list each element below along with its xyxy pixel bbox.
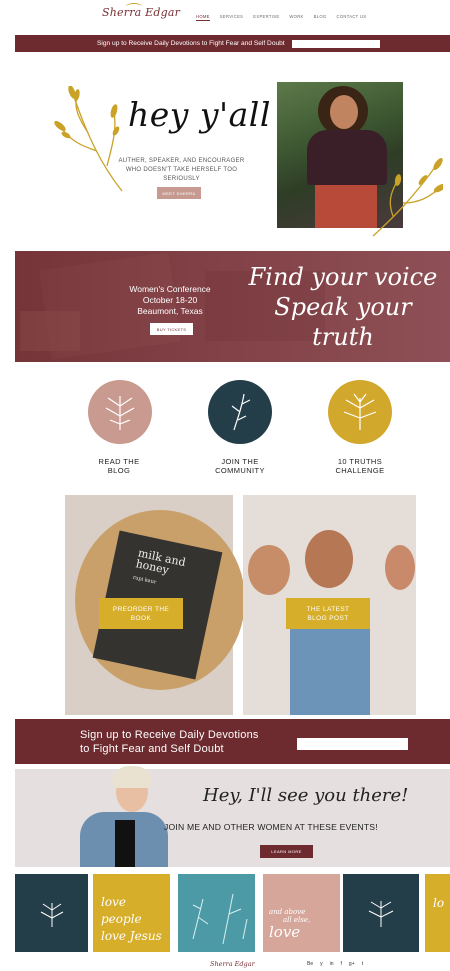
nav-home[interactable]: HOME — [196, 14, 210, 21]
script-find-voice: Find your voice — [248, 263, 438, 291]
nav-contact[interactable]: CONTACT US — [337, 14, 367, 21]
logo-flourish — [126, 3, 142, 10]
signup-bottom-line2: to Fight Fear and Self Doubt — [80, 742, 224, 755]
latest-blog-line2: BLOG POST — [307, 614, 349, 622]
preorder-line2: BOOK — [130, 614, 152, 622]
conference-script: Find your voice Speak your truth — [248, 262, 438, 352]
nav-work[interactable]: WORK — [289, 14, 303, 21]
buy-tickets-button[interactable]: BUY TICKETS — [150, 323, 193, 335]
join-community-line2: COMMUNITY — [215, 466, 265, 475]
events-person-shirt — [115, 820, 135, 867]
linkedin-icon[interactable]: in — [330, 961, 334, 967]
friend-face-center — [305, 530, 353, 588]
read-blog-label[interactable]: READ THE BLOG — [74, 457, 164, 475]
truths-challenge-circle[interactable] — [328, 380, 392, 444]
leaf-branch-icon — [105, 396, 135, 430]
signup-bottom-text: Sign up to Receive Daily Devotions to Fi… — [80, 729, 300, 756]
insta-tile-2[interactable]: love people love Jesus — [93, 874, 170, 952]
love-people-text: love people love Jesus — [101, 894, 170, 945]
insta-tile-5[interactable] — [343, 874, 419, 952]
truths-challenge-line1: 10 TRUTHS — [337, 457, 383, 466]
events-person-hair — [112, 766, 152, 788]
leaf-bouquet-icon — [343, 393, 377, 430]
friend-face-left — [248, 545, 290, 595]
facebook-icon[interactable]: f — [341, 961, 342, 967]
join-community-label[interactable]: JOIN THE COMMUNITY — [195, 457, 285, 475]
conference-location: Beaumont, Texas — [137, 306, 203, 316]
signup-bottom-email-input[interactable] — [297, 738, 408, 750]
insta-tile-1[interactable] — [15, 874, 88, 952]
love-people-line2: love Jesus — [101, 929, 162, 943]
learn-more-button[interactable]: LEARN MORE — [260, 845, 313, 858]
tumblr-icon[interactable]: t — [362, 961, 363, 967]
hero-subtitle-line1: AUTHER, SPEAKER, AND ENCOURAGER — [118, 158, 245, 164]
friend-overalls — [290, 620, 370, 715]
botanical-pattern-icon — [192, 893, 248, 945]
script-speak-truth: Speak your truth — [274, 293, 412, 351]
hero-headline: hey y'all — [128, 95, 271, 134]
preorder-line1: PREORDER THE — [112, 605, 170, 613]
friend-face-right — [385, 545, 415, 590]
signup-bar-text: Sign up to Receive Daily Devotions to Fi… — [97, 40, 285, 47]
preorder-book-button[interactable]: PREORDER THE BOOK — [99, 598, 183, 629]
insta-tile-3[interactable] — [178, 874, 255, 952]
signup-bottom-line1: Sign up to Receive Daily Devotions — [80, 729, 259, 741]
portrait-face — [330, 95, 358, 129]
google-plus-icon[interactable]: g+ — [349, 961, 355, 967]
behance-icon[interactable]: Be — [307, 961, 313, 967]
nav-expertise[interactable]: EXPERTISE — [253, 14, 279, 21]
love-people-line1: love people — [101, 895, 142, 926]
latest-blog-button[interactable]: THE LATEST BLOG POST — [286, 598, 370, 629]
events-script: Hey, I'll see you there! — [203, 785, 409, 806]
main-nav: HOME SERVICES EXPERTISE WORK BLOG CONTAC… — [196, 14, 376, 21]
signup-email-input[interactable] — [292, 40, 380, 48]
leaf-sprig-icon — [231, 393, 251, 431]
insta-tile-6[interactable]: lo — [425, 874, 450, 952]
read-blog-circle[interactable] — [88, 380, 152, 444]
read-blog-line1: READ THE — [98, 457, 140, 466]
footer-logo[interactable]: Sherra Edgar — [210, 960, 255, 968]
read-blog-line2: BLOG — [107, 466, 131, 475]
latest-blog-line1: THE LATEST — [306, 605, 350, 613]
conference-dates: October 18-20 — [142, 295, 198, 305]
social-links: Be y in f g+ t — [307, 961, 363, 967]
conference-title: Women's Conference — [129, 284, 211, 294]
meet-sherra-button[interactable]: MEET SHERRA — [157, 187, 201, 199]
events-headline: JOIN ME AND OTHER WOMEN AT THESE EVENTS! — [164, 822, 378, 832]
hero-subtitle-line2: WHO DOESN'T TAKE HERSELF TOO SERIOUSLY — [125, 167, 238, 182]
above-all-love: love — [269, 923, 301, 941]
join-community-circle[interactable] — [208, 380, 272, 444]
leaf-icon — [368, 901, 394, 927]
truths-challenge-label[interactable]: 10 TRUTHS CHALLENGE — [315, 457, 405, 475]
twitter-icon[interactable]: y — [320, 961, 323, 967]
hero-subtitle: AUTHER, SPEAKER, AND ENCOURAGER WHO DOES… — [108, 157, 255, 184]
nav-blog[interactable]: BLOG — [314, 14, 327, 21]
above-all-text: and above all else, love — [269, 908, 310, 940]
tile6-text: lo — [433, 896, 445, 910]
truths-challenge-line2: CHALLENGE — [335, 466, 385, 475]
above-all-line1: and above — [269, 908, 306, 916]
gold-branch-right-icon — [372, 158, 443, 237]
insta-tile-4[interactable]: and above all else, love — [263, 874, 340, 952]
join-community-line1: JOIN THE — [221, 457, 259, 466]
nav-services[interactable]: SERVICES — [220, 14, 244, 21]
leaf-icon — [40, 903, 64, 927]
conference-details: Women's Conference October 18-20 Beaumon… — [115, 284, 225, 317]
